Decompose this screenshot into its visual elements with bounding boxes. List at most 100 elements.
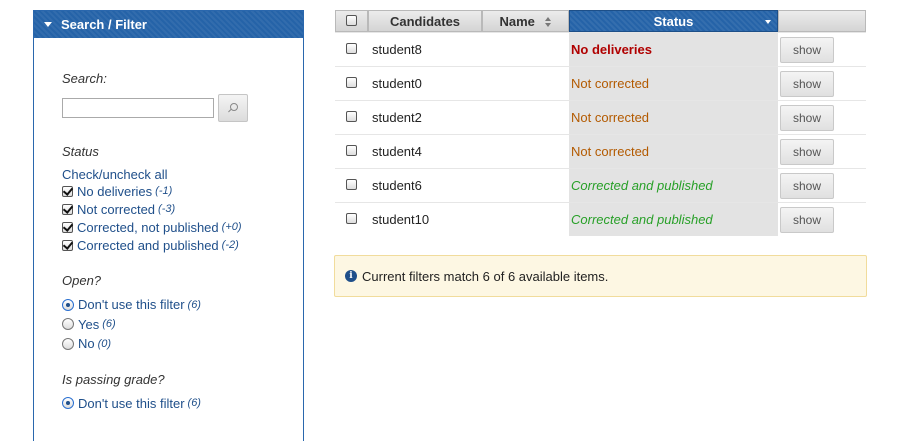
status-option-label[interactable]: Corrected and published [77, 238, 219, 253]
row-checkbox[interactable] [346, 111, 357, 122]
table-row: student6 Corrected and published show [335, 168, 866, 202]
table-row: student10 Corrected and published show [335, 202, 866, 236]
open-option-count: (6) [187, 298, 201, 311]
open-option-label[interactable]: No [78, 336, 95, 351]
select-all-header [335, 10, 368, 32]
status-option-2[interactable]: Corrected, not published (+0) [62, 218, 275, 236]
status-text: Corrected and published [571, 212, 713, 227]
name-cell [482, 32, 569, 66]
search-input[interactable] [62, 98, 214, 118]
filter-match-notice: i Current filters match 6 of 6 available… [334, 255, 867, 297]
action-cell: show [778, 168, 866, 202]
show-button[interactable]: show [780, 70, 834, 97]
candidates-column-header[interactable]: Candidates [368, 10, 482, 32]
status-option-label[interactable]: No deliveries [77, 184, 152, 199]
name-cell [482, 66, 569, 100]
search-icon [228, 103, 238, 113]
open-option-0[interactable]: Don't use this filter (6) [62, 295, 275, 315]
status-header-label: Status [653, 13, 694, 29]
candidate-cell: student8 [368, 32, 482, 66]
row-checkbox[interactable] [346, 145, 357, 156]
candidate-cell: student0 [368, 66, 482, 100]
passing-option-0[interactable]: Don't use this filter (6) [62, 394, 275, 414]
row-checkbox[interactable] [346, 43, 357, 54]
status-option-1[interactable]: Not corrected (-3) [62, 200, 275, 218]
open-radio[interactable] [62, 298, 74, 311]
status-filter-label: Status [62, 144, 99, 159]
table-row: student0 Not corrected show [335, 66, 866, 100]
search-button[interactable] [218, 94, 248, 122]
status-option-3[interactable]: Corrected and published (-2) [62, 236, 275, 254]
actions-column-header [778, 10, 866, 32]
sort-desc-icon [765, 20, 771, 24]
status-option-label[interactable]: Not corrected [77, 202, 155, 217]
row-checkbox[interactable] [346, 179, 357, 190]
select-all-checkbox[interactable] [346, 14, 357, 26]
name-cell [482, 134, 569, 168]
status-cell: Not corrected [569, 134, 778, 168]
open-radio[interactable] [62, 318, 74, 331]
search-filter-title: Search / Filter [61, 17, 147, 32]
status-cell: Corrected and published [569, 202, 778, 236]
check-uncheck-all-link[interactable]: Check/uncheck all [62, 167, 275, 182]
candidate-cell: student4 [368, 134, 482, 168]
status-option-count: (-1) [155, 185, 173, 197]
status-checkbox[interactable] [62, 203, 73, 215]
show-button[interactable]: show [780, 172, 834, 199]
row-checkbox[interactable] [346, 77, 357, 88]
candidate-cell: student6 [368, 168, 482, 202]
passing-grade-filter-label: Is passing grade? [62, 371, 165, 387]
row-select-cell [335, 202, 368, 236]
passing-option-label[interactable]: Don't use this filter [78, 396, 185, 411]
sort-arrows-icon [544, 17, 552, 28]
search-filter-panel: Search / Filter Search: Status Check/unc… [33, 10, 304, 441]
name-cell [482, 202, 569, 236]
show-button[interactable]: show [780, 36, 834, 63]
status-text: Corrected and published [571, 178, 713, 193]
action-cell: show [778, 32, 866, 66]
status-text: Not corrected [571, 144, 650, 159]
action-cell: show [778, 202, 866, 236]
status-option-count: (-2) [221, 239, 239, 251]
filter-match-text: Current filters match 6 of 6 available i… [362, 268, 609, 284]
status-checkbox[interactable] [62, 221, 73, 233]
row-select-cell [335, 168, 368, 202]
status-text: No deliveries [571, 42, 652, 57]
open-option-2[interactable]: No (0) [62, 334, 275, 354]
passing-option-count: (6) [187, 397, 201, 410]
search-filter-header[interactable]: Search / Filter [34, 11, 303, 38]
row-select-cell [335, 66, 368, 100]
status-cell: No deliveries [569, 32, 778, 66]
status-checkbox[interactable] [62, 185, 73, 197]
passing-radio[interactable] [62, 397, 74, 410]
caret-down-icon [44, 22, 52, 27]
status-text: Not corrected [571, 76, 650, 91]
show-button[interactable]: show [780, 104, 834, 131]
action-cell: show [778, 66, 866, 100]
row-select-cell [335, 100, 368, 134]
open-option-label[interactable]: Yes [78, 317, 99, 332]
status-cell: Not corrected [569, 66, 778, 100]
status-checkbox[interactable] [62, 239, 73, 251]
action-cell: show [778, 100, 866, 134]
status-option-label[interactable]: Corrected, not published [77, 220, 219, 235]
open-option-count: (6) [102, 318, 116, 331]
row-select-cell [335, 32, 368, 66]
status-column-header[interactable]: Status [569, 10, 778, 32]
open-filter-label: Open? [62, 273, 102, 288]
open-radio[interactable] [62, 337, 74, 350]
show-button[interactable]: show [780, 138, 834, 165]
status-cell: Not corrected [569, 100, 778, 134]
candidate-cell: student10 [368, 202, 482, 236]
status-option-0[interactable]: No deliveries (-1) [62, 182, 275, 200]
row-checkbox[interactable] [346, 213, 357, 224]
table-row: student8 No deliveries show [335, 32, 866, 66]
info-icon: i [345, 270, 357, 282]
open-option-label[interactable]: Don't use this filter [78, 297, 185, 312]
open-option-1[interactable]: Yes (6) [62, 315, 275, 335]
show-button[interactable]: show [780, 206, 834, 233]
name-cell [482, 168, 569, 202]
candidates-table: Candidates Name Status student8 No delive… [335, 10, 866, 236]
row-select-cell [335, 134, 368, 168]
name-column-header[interactable]: Name [482, 10, 569, 32]
